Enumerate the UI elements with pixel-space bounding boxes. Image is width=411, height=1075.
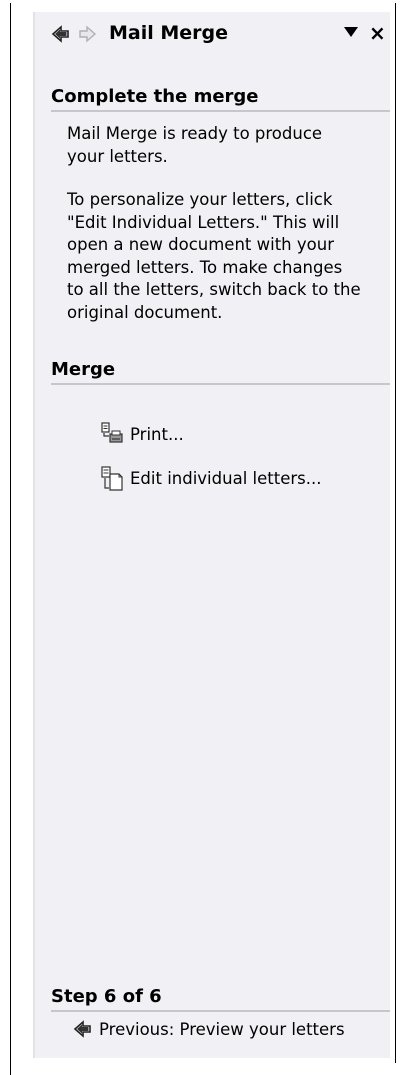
text-line: your letters. bbox=[67, 146, 168, 166]
text-line: original document. bbox=[67, 302, 223, 322]
print-label: Print... bbox=[130, 424, 184, 444]
close-icon[interactable]: × bbox=[369, 21, 386, 45]
previous-step-link[interactable]: Previous: Preview your letters bbox=[73, 1019, 345, 1039]
previous-step-label: Previous: Preview your letters bbox=[99, 1019, 345, 1039]
print-icon bbox=[100, 422, 124, 446]
back-arrow-icon bbox=[73, 1019, 93, 1039]
frame-right-border bbox=[395, 3, 396, 1063]
forward-arrow-icon[interactable] bbox=[77, 24, 97, 44]
task-pane-title: Mail Merge bbox=[109, 22, 229, 44]
edit-letters-icon bbox=[100, 466, 124, 491]
section-header-merge: Merge bbox=[51, 359, 390, 385]
frame-left-border bbox=[10, 3, 11, 1075]
text-line: "Edit Individual Letters." This will bbox=[67, 212, 340, 232]
edit-individual-letters-link[interactable]: Edit individual letters... bbox=[100, 466, 322, 491]
task-pane-title-bar: Mail Merge × bbox=[35, 12, 390, 56]
section-header-complete: Complete the merge bbox=[51, 86, 390, 112]
ready-paragraph: Mail Merge is ready to produce your lett… bbox=[67, 123, 383, 168]
print-link[interactable]: Print... bbox=[100, 422, 184, 446]
text-line: to all the letters, switch back to the bbox=[67, 280, 361, 299]
triangle-down-icon[interactable] bbox=[343, 25, 359, 44]
personalize-paragraph: To personalize your letters, click "Edit… bbox=[67, 189, 383, 324]
step-indicator: Step 6 of 6 bbox=[51, 986, 390, 1012]
text-line: merged letters. To make changes bbox=[67, 257, 343, 277]
text-line: To personalize your letters, click bbox=[67, 190, 333, 209]
text-line: open a new document with your bbox=[67, 235, 334, 254]
edit-individual-letters-label: Edit individual letters... bbox=[130, 468, 322, 488]
mail-merge-task-pane: Mail Merge × Complete the merge Mail Mer… bbox=[33, 12, 390, 1058]
text-line: Mail Merge is ready to produce bbox=[67, 124, 323, 143]
back-arrow-icon[interactable] bbox=[51, 24, 71, 44]
